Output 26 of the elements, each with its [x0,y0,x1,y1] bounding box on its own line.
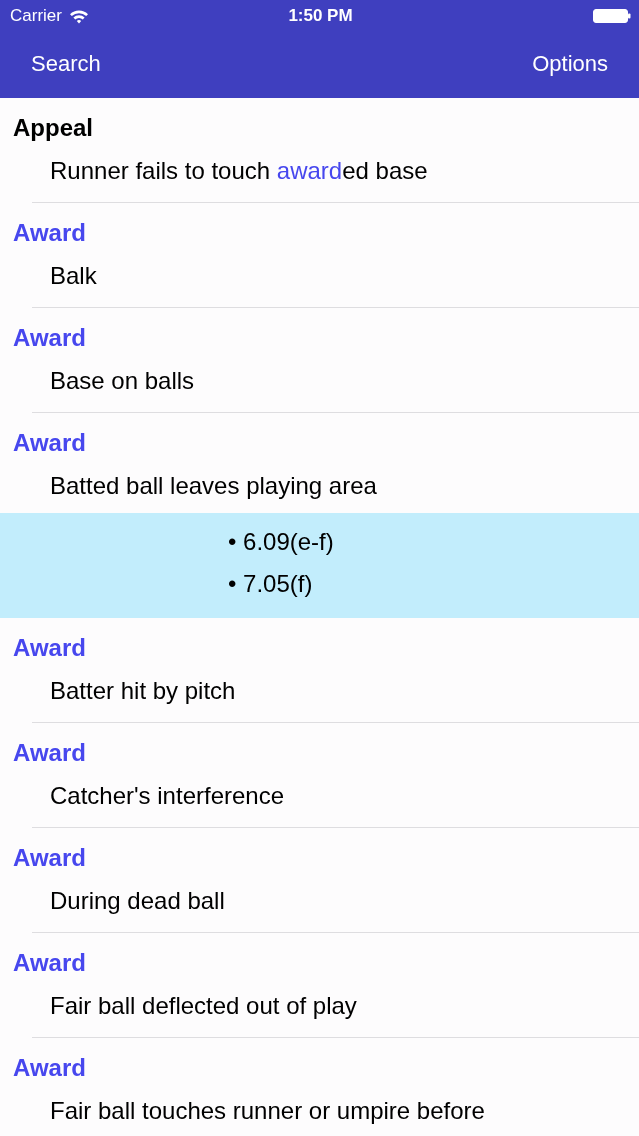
category-label: Award [13,843,86,873]
result-text[interactable]: During dead ball [50,886,225,916]
result-text[interactable]: Runner fails to touch awarded base [50,156,428,186]
result-text[interactable]: Fair ball touches runner or umpire before [50,1096,485,1126]
category-label: Award [13,428,86,458]
result-text[interactable]: Fair ball deflected out of play [50,991,357,1021]
category-label: Award [13,948,86,978]
wifi-icon [68,8,89,24]
options-button[interactable]: Options [521,47,619,81]
category-label: Award [13,738,86,768]
category-label: Award [13,323,86,353]
result-text[interactable]: Batted ball leaves playing area [50,471,377,501]
search-button[interactable]: Search [20,47,112,81]
result-text[interactable]: Base on balls [50,366,195,396]
result-text[interactable]: Balk [50,261,97,291]
carrier-name: Carrier [10,6,62,26]
result-text[interactable]: Catcher's interference [50,781,285,811]
category-label: Award [13,1053,86,1083]
category-label: Award [13,633,86,663]
rule-reference[interactable]: • 7.05(f) [228,569,313,599]
category-label: Award [13,218,86,248]
battery-icon [593,9,631,23]
status-time: 1:50 PM [288,6,353,26]
rule-reference[interactable]: • 6.09(e-f) [228,527,334,557]
result-text[interactable]: Batter hit by pitch [50,676,236,706]
category-label: Appeal [13,113,93,143]
